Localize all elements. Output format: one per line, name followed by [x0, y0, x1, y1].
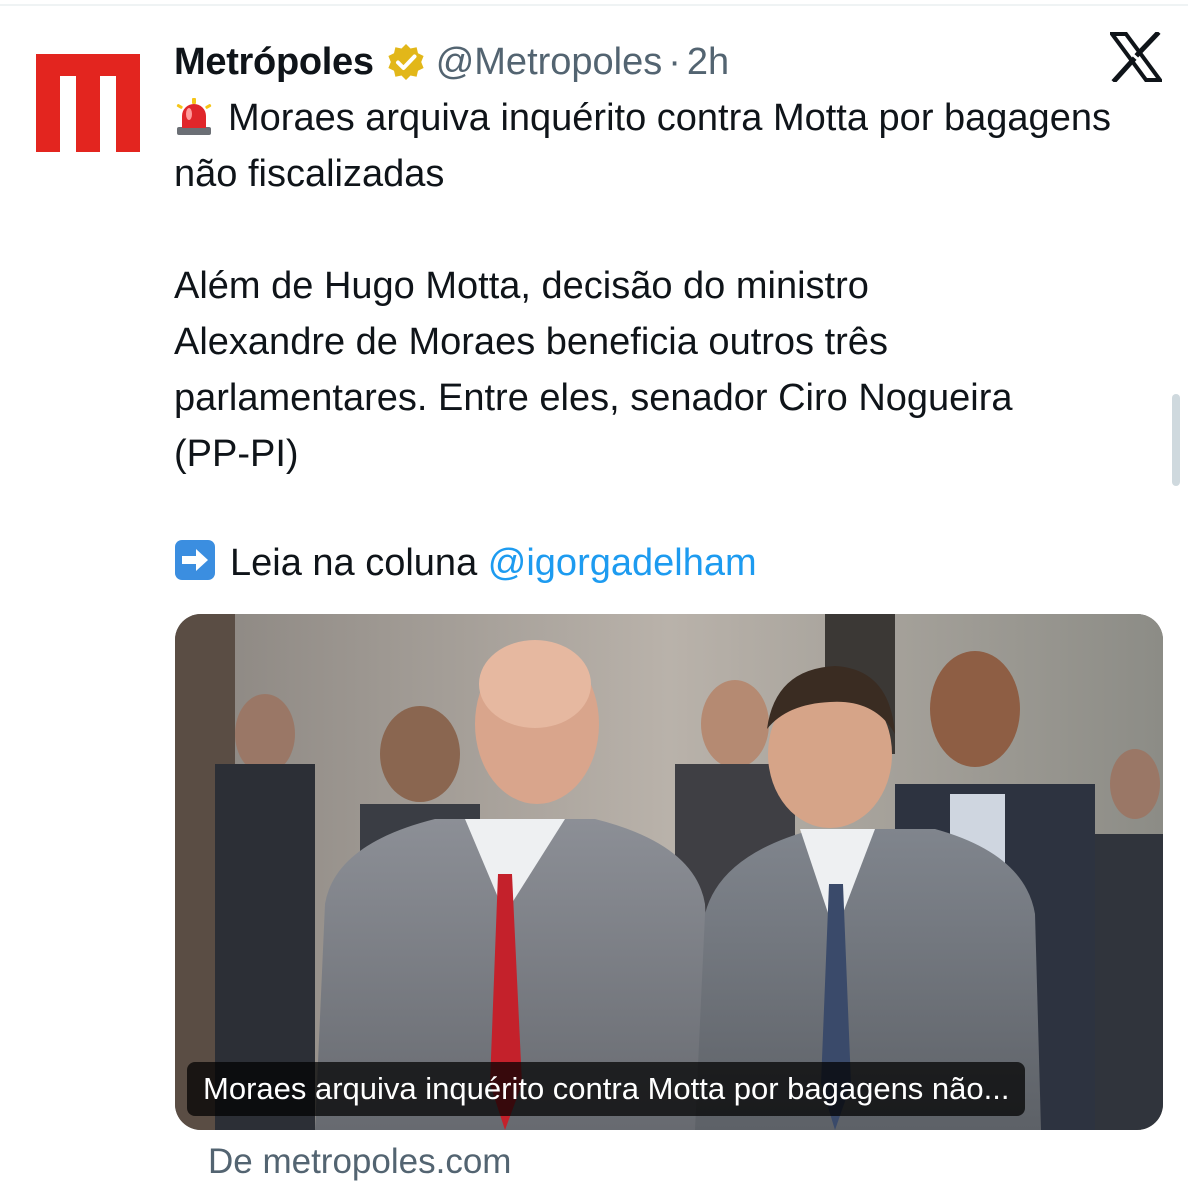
tweet-link-line: Leia na coluna @igorgadelham [174, 535, 1134, 591]
timestamp[interactable]: 2h [687, 41, 729, 84]
top-divider [0, 4, 1188, 6]
card-source-domain[interactable]: De metropoles.com [208, 1142, 511, 1182]
scrollbar-thumb[interactable] [1172, 394, 1180, 486]
link-preview-card[interactable]: Moraes arquiva inquérito contra Motta po… [175, 614, 1163, 1130]
body-line: Alexandre de Moraes beneficia outros trê… [174, 321, 888, 363]
verified-badge-icon[interactable] [386, 42, 426, 82]
mention-link[interactable]: @igorgadelham [488, 542, 757, 584]
tweet-screenshot: Metrópoles @Metropoles · 2h Moraes arqui… [0, 0, 1188, 1200]
metropoles-logo-avatar[interactable] [36, 54, 140, 152]
tweet-headline: Moraes arquiva inquérito contra Motta po… [174, 90, 1134, 202]
body-line: parlamentares. Entre eles, senador Ciro … [174, 377, 1013, 419]
link-prefix-text: Leia na coluna [230, 542, 478, 584]
siren-emoji-icon [176, 98, 212, 135]
author-handle[interactable]: @Metropoles [436, 41, 663, 84]
author-name[interactable]: Metrópoles [174, 41, 374, 84]
separator-dot: · [668, 40, 681, 83]
tweet-body: Além de Hugo Motta, decisão do ministro … [174, 258, 1134, 482]
x-logo-icon[interactable] [1110, 32, 1162, 82]
tweet-header: Metrópoles @Metropoles · 2h [174, 36, 729, 88]
body-line: (PP-PI) [174, 433, 299, 475]
news-photo [175, 614, 1163, 1130]
body-line: Além de Hugo Motta, decisão do ministro [174, 265, 869, 307]
card-caption: Moraes arquiva inquérito contra Motta po… [187, 1062, 1026, 1116]
right-arrow-emoji-icon [175, 540, 215, 580]
headline-text: Moraes arquiva inquérito contra Motta po… [174, 97, 1111, 195]
